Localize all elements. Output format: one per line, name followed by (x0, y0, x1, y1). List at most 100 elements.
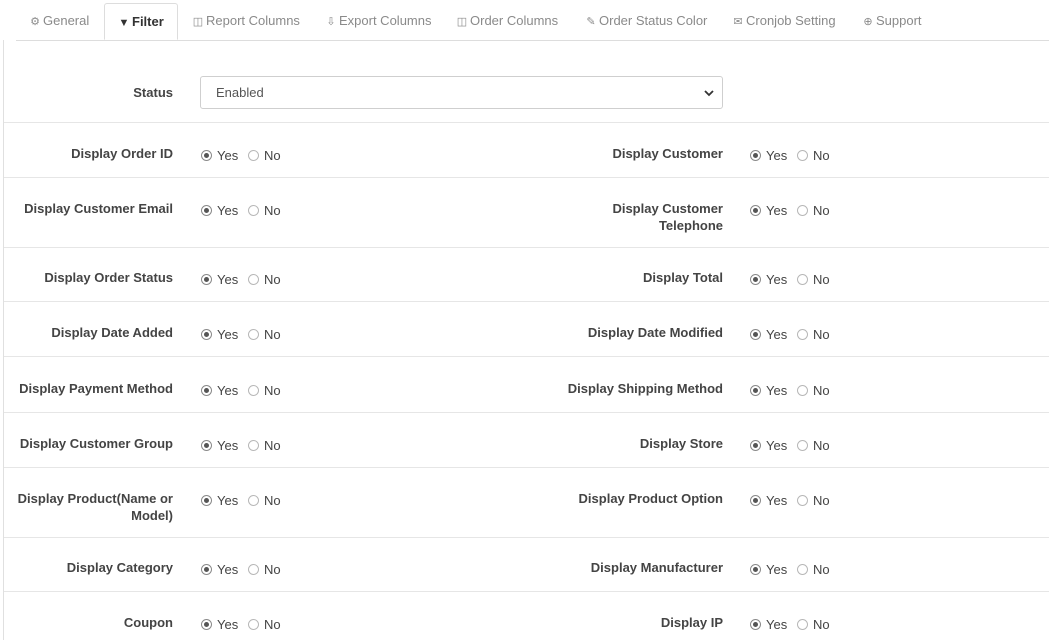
yes-label: Yes (217, 493, 239, 508)
radio-dot[interactable] (797, 439, 808, 451)
radio-dot[interactable] (750, 494, 761, 506)
yes-radio[interactable]: Yes (750, 491, 787, 509)
yes-radio[interactable]: Yes (750, 146, 787, 164)
radio-dot[interactable] (201, 384, 212, 396)
tab-report-columns[interactable]: ◫ Report Columns (179, 3, 313, 39)
divider (4, 591, 1049, 592)
radio-dot[interactable] (797, 273, 808, 285)
status-select[interactable]: Enabled (200, 76, 723, 109)
yes-radio[interactable]: Yes (750, 381, 787, 399)
yes-label: Yes (217, 562, 239, 577)
yes-radio[interactable]: Yes (750, 325, 787, 343)
radio-dot[interactable] (248, 328, 259, 340)
yes-radio[interactable]: Yes (201, 201, 238, 219)
tab-general[interactable]: ⚙ General (16, 3, 102, 39)
yes-radio[interactable]: Yes (201, 436, 238, 454)
no-radio[interactable]: No (248, 270, 281, 288)
no-label: No (813, 562, 830, 577)
no-radio[interactable]: No (248, 491, 281, 509)
radio-dot[interactable] (201, 273, 212, 285)
yes-label: Yes (766, 383, 788, 398)
radio-dot[interactable] (750, 439, 761, 451)
no-radio[interactable]: No (797, 615, 830, 633)
radio-dot[interactable] (797, 328, 808, 340)
no-radio[interactable]: No (797, 325, 830, 343)
radio-dot[interactable] (248, 563, 259, 575)
radio-dot[interactable] (201, 439, 212, 451)
radio-dot[interactable] (248, 439, 259, 451)
no-radio[interactable]: No (797, 146, 830, 164)
radio-dot[interactable] (750, 563, 761, 575)
radio-dot[interactable] (750, 273, 761, 285)
radio-dot[interactable] (750, 204, 761, 216)
no-radio[interactable]: No (248, 615, 281, 633)
no-radio[interactable]: No (248, 325, 281, 343)
no-radio[interactable]: No (248, 381, 281, 399)
option-label: Display Customer Email (24, 201, 173, 216)
radio-dot[interactable] (201, 563, 212, 575)
tab-filter[interactable]: ▼ Filter (104, 3, 178, 40)
no-label: No (264, 493, 281, 508)
radio-dot[interactable] (797, 563, 808, 575)
status-select-value: Enabled (216, 85, 264, 100)
no-label: No (264, 203, 281, 218)
yes-label: Yes (217, 617, 239, 632)
tab-order-status-color[interactable]: ✎ Order Status Color (572, 3, 720, 39)
radio-dot[interactable] (201, 328, 212, 340)
radio-dot[interactable] (248, 273, 259, 285)
yes-radio[interactable]: Yes (201, 615, 238, 633)
radio-dot[interactable] (201, 149, 212, 161)
yes-radio[interactable]: Yes (750, 201, 787, 219)
radio-dot[interactable] (201, 494, 212, 506)
yes-radio[interactable]: Yes (201, 491, 238, 509)
no-radio[interactable]: No (797, 491, 830, 509)
no-radio[interactable]: No (797, 201, 830, 219)
radio-dot[interactable] (201, 618, 212, 630)
no-radio[interactable]: No (797, 381, 830, 399)
radio-dot[interactable] (797, 204, 808, 216)
yes-radio[interactable]: Yes (201, 146, 238, 164)
radio-dot[interactable] (797, 494, 808, 506)
no-radio[interactable]: No (248, 146, 281, 164)
no-radio[interactable]: No (248, 436, 281, 454)
yes-radio[interactable]: Yes (750, 270, 787, 288)
yes-radio[interactable]: Yes (201, 270, 238, 288)
radio-dot[interactable] (750, 618, 761, 630)
no-radio[interactable]: No (248, 560, 281, 578)
tab-order-columns[interactable]: ◫ Order Columns (443, 3, 571, 39)
radio-dot[interactable] (750, 384, 761, 396)
radio-dot[interactable] (797, 618, 808, 630)
yes-radio[interactable]: Yes (750, 615, 787, 633)
no-radio[interactable]: No (248, 201, 281, 219)
tab-cronjob-setting[interactable]: ✉ Cronjob Setting (719, 3, 849, 39)
yes-radio[interactable]: Yes (201, 560, 238, 578)
tab-support[interactable]: ⊕ Support (849, 3, 935, 39)
yes-radio[interactable]: Yes (750, 436, 787, 454)
radio-dot[interactable] (797, 149, 808, 161)
radio-dot[interactable] (248, 384, 259, 396)
option-label: Display Total (643, 270, 723, 285)
yes-label: Yes (217, 203, 239, 218)
no-radio[interactable]: No (797, 560, 830, 578)
tab-export-columns[interactable]: ⇩ Export Columns (312, 3, 444, 39)
no-radio[interactable]: No (797, 270, 830, 288)
radio-dot[interactable] (248, 494, 259, 506)
no-label: No (813, 203, 830, 218)
download-icon: ⇩ (326, 16, 336, 28)
radio-dot[interactable] (201, 204, 212, 216)
yes-radio[interactable]: Yes (750, 560, 787, 578)
tab-label: Cronjob Setting (746, 13, 836, 28)
columns-icon: ◫ (456, 16, 468, 28)
radio-dot[interactable] (750, 328, 761, 340)
radio-dot[interactable] (750, 149, 761, 161)
radio-dot[interactable] (248, 618, 259, 630)
radio-dot[interactable] (248, 149, 259, 161)
no-label: No (264, 327, 281, 342)
gear-icon: ⚙ (30, 16, 40, 28)
radio-dot[interactable] (797, 384, 808, 396)
no-radio[interactable]: No (797, 436, 830, 454)
radio-dot[interactable] (248, 204, 259, 216)
no-label: No (264, 562, 281, 577)
yes-radio[interactable]: Yes (201, 325, 238, 343)
yes-radio[interactable]: Yes (201, 381, 238, 399)
